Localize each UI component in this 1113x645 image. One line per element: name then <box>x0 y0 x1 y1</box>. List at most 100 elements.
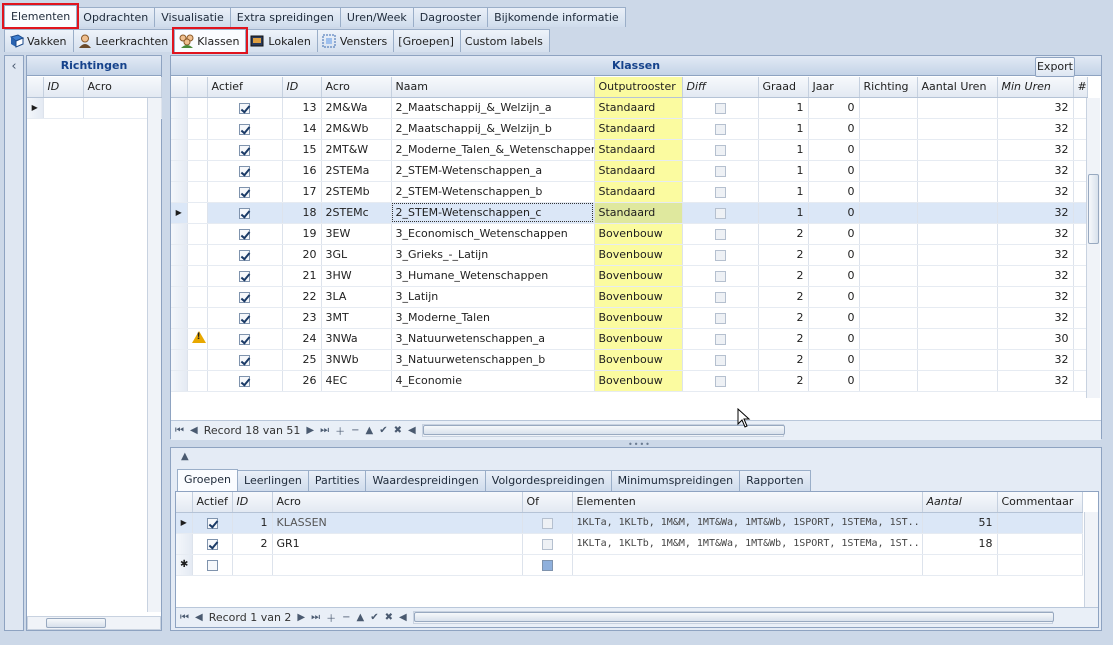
acro-cell[interactable]: 2STEMb <box>321 181 392 203</box>
naam-cell[interactable]: 2_Moderne_Talen_&_Wetenschappen <box>391 139 595 161</box>
uren-cell[interactable] <box>1073 223 1088 245</box>
graad-cell[interactable]: 2 <box>758 223 809 245</box>
aantal-uren-cell[interactable] <box>917 181 998 203</box>
jaar-cell[interactable]: 0 <box>808 349 860 371</box>
naam-cell[interactable]: 2_STEM-Wetenschappen_b <box>391 181 595 203</box>
scroll-left-icon[interactable]: ◀ <box>399 612 407 623</box>
klassen-row[interactable]: 16 2STEMa 2_STEM-Wetenschappen_a Standaard 1… <box>171 160 1088 182</box>
graad-cell[interactable]: 1 <box>758 97 809 119</box>
uren-cell[interactable] <box>1073 139 1088 161</box>
cancel-icon[interactable]: ✖ <box>385 612 393 623</box>
jaar-cell[interactable]: 0 <box>808 118 860 140</box>
scroll-thumb[interactable] <box>422 425 785 435</box>
actief-checkbox[interactable] <box>239 123 250 135</box>
klassen-row[interactable]: 23 3MT 3_Moderne_Talen Bovenbouw 2 0 32 <box>171 307 1088 329</box>
richting-cell[interactable] <box>859 160 918 182</box>
main-tab-6[interactable]: Bijkomende informatie <box>487 7 626 27</box>
col-header-acro[interactable]: Acro <box>321 77 392 98</box>
richting-cell[interactable] <box>859 139 918 161</box>
jaar-cell[interactable]: 0 <box>808 139 860 161</box>
diff-cell[interactable] <box>682 118 759 140</box>
diff-checkbox[interactable] <box>714 123 726 135</box>
graad-cell[interactable]: 1 <box>758 160 809 182</box>
richting-cell[interactable] <box>859 181 918 203</box>
actief-cell[interactable] <box>192 512 233 534</box>
actief-checkbox[interactable] <box>239 249 250 261</box>
scroll-thumb[interactable] <box>46 618 106 628</box>
prev-record-icon[interactable]: ◀ <box>195 612 203 623</box>
main-tab-1[interactable]: Opdrachten <box>76 7 156 27</box>
confirm-icon[interactable]: ✔ <box>379 425 387 436</box>
diff-cell[interactable] <box>682 370 759 392</box>
col-header-naam[interactable]: Naam <box>391 77 595 98</box>
diff-cell[interactable] <box>682 307 759 329</box>
actief-checkbox[interactable] <box>239 186 250 198</box>
graad-cell[interactable]: 2 <box>758 370 809 392</box>
id-cell[interactable]: 19 <box>282 223 322 245</box>
acro-cell[interactable]: 3LA <box>321 286 392 308</box>
min-uren-cell[interactable]: 32 <box>997 349 1074 371</box>
sub-tab-lokalen[interactable]: Lokalen <box>245 29 318 52</box>
id-cell[interactable]: 20 <box>282 244 322 266</box>
min-uren-cell[interactable]: 32 <box>997 181 1074 203</box>
col-header-aantal[interactable]: Aantal <box>922 492 998 513</box>
richting-cell[interactable] <box>859 97 918 119</box>
first-record-icon[interactable]: ⏮ <box>175 425 184 436</box>
id-cell[interactable]: 26 <box>282 370 322 392</box>
diff-cell[interactable] <box>682 181 759 203</box>
left-collapse-strip[interactable]: ‹ <box>4 55 24 631</box>
sub-tab-vensters[interactable]: Vensters <box>316 29 395 52</box>
scroll-left-icon[interactable]: ◀ <box>408 425 416 436</box>
naam-cell[interactable]: 2_Maatschappij_&_Welzijn_a <box>391 97 595 119</box>
diff-cell[interactable] <box>682 349 759 371</box>
main-tab-5[interactable]: Dagrooster <box>412 7 489 27</box>
min-uren-cell[interactable]: 32 <box>997 307 1074 329</box>
id-cell[interactable] <box>232 554 273 576</box>
acro-cell[interactable]: 2M&Wa <box>321 97 392 119</box>
id-cell[interactable]: 23 <box>282 307 322 329</box>
id-cell[interactable]: 13 <box>282 97 322 119</box>
min-uren-cell[interactable]: 32 <box>997 202 1074 224</box>
main-tab-2[interactable]: Visualisatie <box>154 7 231 27</box>
col-header-richting[interactable]: Richting <box>859 77 918 98</box>
richting-cell[interactable] <box>859 244 918 266</box>
naam-cell[interactable]: 3_Latijn <box>391 286 595 308</box>
sub-tab-custom-labels[interactable]: Custom labels <box>459 29 550 52</box>
graad-cell[interactable]: 2 <box>758 286 809 308</box>
outputrooster-cell[interactable]: Bovenbouw <box>594 349 683 371</box>
col-id-header[interactable]: ID <box>43 77 84 98</box>
acro-cell[interactable]: 3MT <box>321 307 392 329</box>
richting-cell[interactable] <box>859 202 918 224</box>
sub-tab-klassen[interactable]: Klassen <box>172 27 249 54</box>
groepen-row[interactable]: ▶ 1 KLASSEN 1KLTa, 1KLTb, 1M&M, 1MT&Wa, 1MT… <box>176 512 1083 534</box>
actief-cell[interactable] <box>207 286 283 308</box>
jaar-cell[interactable]: 0 <box>808 202 860 224</box>
uren-cell[interactable] <box>1073 160 1088 182</box>
aantal-uren-cell[interactable] <box>917 118 998 140</box>
cell-id[interactable] <box>43 97 84 119</box>
outputrooster-cell[interactable]: Bovenbouw <box>594 307 683 329</box>
id-cell[interactable]: 18 <box>282 202 322 224</box>
jaar-cell[interactable]: 0 <box>808 265 860 287</box>
acro-cell[interactable]: 3NWa <box>321 328 392 350</box>
richting-cell[interactable] <box>859 370 918 392</box>
acro-cell[interactable]: 4EC <box>321 370 392 392</box>
diff-cell[interactable] <box>682 328 759 350</box>
diff-checkbox[interactable] <box>714 312 726 324</box>
min-uren-cell[interactable]: 32 <box>997 370 1074 392</box>
elementen-cell[interactable] <box>572 554 923 576</box>
id-cell[interactable]: 1 <box>232 512 273 534</box>
aantal-uren-cell[interactable] <box>917 139 998 161</box>
naam-cell[interactable]: 2_STEM-Wetenschappen_a <box>391 160 595 182</box>
actief-cell[interactable] <box>207 307 283 329</box>
col-header-id[interactable]: ID <box>232 492 273 513</box>
add-record-icon[interactable]: ＋ <box>326 610 336 625</box>
groepen-vertical-scrollbar[interactable] <box>1084 512 1098 608</box>
col-header-aantal-uren[interactable]: Aantal Uren <box>917 77 998 98</box>
id-cell[interactable]: 16 <box>282 160 322 182</box>
aantal-uren-cell[interactable] <box>917 349 998 371</box>
richting-cell[interactable] <box>859 118 918 140</box>
klassen-row[interactable]: 19 3EW 3_Economisch_Wetenschappen Bovenbouw… <box>171 223 1088 245</box>
bottom-tab-waardespreidingen[interactable]: Waardespreidingen <box>365 470 486 491</box>
col-header-id[interactable]: ID <box>282 77 322 98</box>
